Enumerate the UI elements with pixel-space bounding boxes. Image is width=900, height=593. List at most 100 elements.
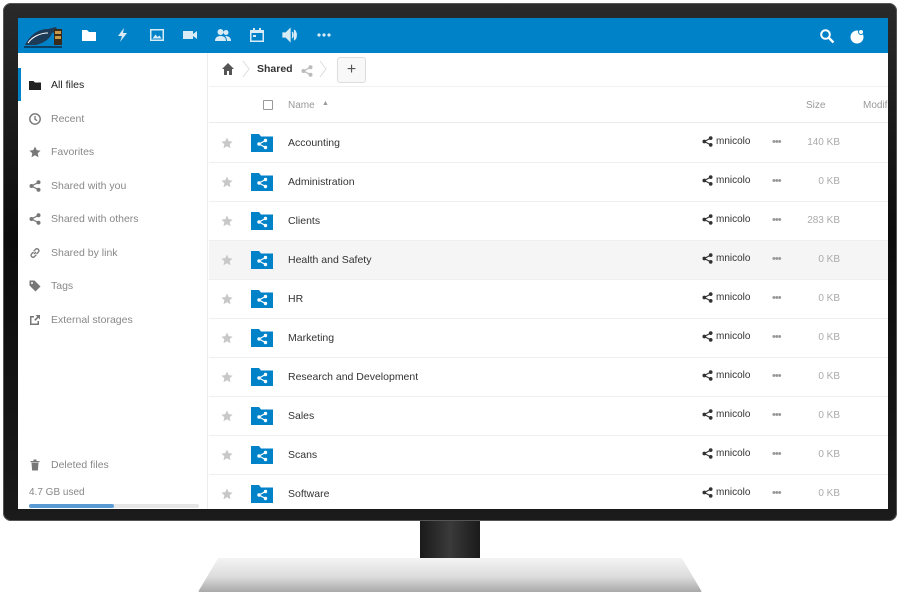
more-actions-icon[interactable]: ••• [772,448,782,460]
sidebar-item-label: Recent [51,112,85,125]
select-all-checkbox[interactable] [263,100,273,110]
owner-name: mnicolo [716,370,751,381]
file-size: 0 KB [818,371,840,382]
breadcrumb-separator [242,60,250,78]
file-name[interactable]: Administration [288,176,355,188]
more-actions-icon[interactable]: ••• [772,409,782,421]
column-modified[interactable]: Modif [863,100,887,111]
shared-folder-icon[interactable] [251,249,273,269]
share-owner[interactable]: mnicolo [702,175,750,186]
calendar-icon[interactable] [248,26,266,44]
favorite-star-icon[interactable] [221,136,233,149]
share-owner[interactable]: mnicolo [702,487,750,498]
sidebar-item-all-files[interactable]: All files [18,68,208,101]
sidebar-item-tags[interactable]: Tags [18,269,208,302]
more-actions-icon[interactable]: ••• [772,331,782,343]
sidebar-item-label: Tags [51,279,74,292]
table-row[interactable]: Software mnicolo ••• 0 KB [209,475,888,509]
table-row[interactable]: Clients mnicolo ••• 283 KB [209,202,888,241]
favorite-star-icon[interactable] [221,487,233,500]
activity-icon[interactable] [114,26,132,44]
breadcrumb: Shared + [209,53,888,87]
more-actions-icon[interactable]: ••• [772,253,782,265]
shared-folder-icon[interactable] [251,444,273,464]
file-name[interactable]: Accounting [288,137,340,149]
column-name[interactable]: Name [288,100,315,111]
user-menu-icon[interactable] [848,27,866,45]
files-icon[interactable] [80,26,98,44]
trash-icon [28,458,42,472]
breadcrumb-current[interactable]: Shared [257,63,293,75]
column-size[interactable]: Size [806,100,825,111]
table-row[interactable]: Accounting mnicolo ••• 140 KB [209,124,888,163]
sidebar-item-deleted-files[interactable]: Deleted files [18,448,208,481]
share-owner[interactable]: mnicolo [702,331,750,342]
file-name[interactable]: Software [288,488,329,500]
logo[interactable] [22,21,66,51]
owner-name: mnicolo [716,409,751,420]
audio-icon[interactable] [281,26,299,44]
table-row[interactable]: Sales mnicolo ••• 0 KB [209,397,888,436]
shared-folder-icon[interactable] [251,483,273,503]
table-row[interactable]: Health and Safety mnicolo ••• 0 KB [209,241,888,280]
favorite-star-icon[interactable] [221,409,233,422]
video-icon[interactable] [181,26,199,44]
favorite-star-icon[interactable] [221,448,233,461]
sidebar-item-shared-by-link[interactable]: Shared by link [18,236,208,269]
file-name[interactable]: Sales [288,410,314,422]
more-actions-icon[interactable]: ••• [772,292,782,304]
shared-folder-icon[interactable] [251,132,273,152]
table-row[interactable]: Research and Development mnicolo ••• 0 KB [209,358,888,397]
sidebar-item-external-storages[interactable]: External storages [18,303,208,336]
shared-folder-icon[interactable] [251,288,273,308]
file-name[interactable]: Marketing [288,332,334,344]
share-owner[interactable]: mnicolo [702,370,750,381]
favorite-star-icon[interactable] [221,370,233,383]
external-icon [28,313,42,327]
more-actions-icon[interactable]: ••• [772,214,782,226]
shared-folder-icon[interactable] [251,366,273,386]
favorite-star-icon[interactable] [221,292,233,305]
new-button[interactable]: + [337,57,366,83]
share-owner[interactable]: mnicolo [702,292,750,303]
favorite-star-icon[interactable] [221,214,233,227]
gallery-icon[interactable] [148,26,166,44]
file-name[interactable]: Clients [288,215,320,227]
shared-folder-icon[interactable] [251,171,273,191]
share-icon [702,487,716,498]
shared-folder-icon[interactable] [251,210,273,230]
share-owner[interactable]: mnicolo [702,136,750,147]
file-size: 0 KB [818,332,840,343]
sidebar-item-recent[interactable]: Recent [18,102,208,135]
file-name[interactable]: Research and Development [288,371,418,383]
sidebar-item-shared-with-others[interactable]: Shared with others [18,202,208,235]
favorite-star-icon[interactable] [221,331,233,344]
favorite-star-icon[interactable] [221,175,233,188]
file-name[interactable]: Scans [288,449,317,461]
share-owner[interactable]: mnicolo [702,214,750,225]
table-row[interactable]: Scans mnicolo ••• 0 KB [209,436,888,475]
owner-name: mnicolo [716,487,751,498]
more-actions-icon[interactable]: ••• [772,487,782,499]
file-name[interactable]: HR [288,293,303,305]
table-row[interactable]: Administration mnicolo ••• 0 KB [209,163,888,202]
share-owner[interactable]: mnicolo [702,253,750,264]
shared-folder-icon[interactable] [251,327,273,347]
sidebar-item-shared-with-you[interactable]: Shared with you [18,169,208,202]
share-icon[interactable] [301,64,313,77]
sidebar-item-favorites[interactable]: Favorites [18,135,208,168]
more-apps-icon[interactable] [315,26,333,44]
table-row[interactable]: Marketing mnicolo ••• 0 KB [209,319,888,358]
favorite-star-icon[interactable] [221,253,233,266]
contacts-icon[interactable] [214,26,232,44]
share-owner[interactable]: mnicolo [702,448,750,459]
more-actions-icon[interactable]: ••• [772,136,782,148]
shared-folder-icon[interactable] [251,405,273,425]
share-owner[interactable]: mnicolo [702,409,750,420]
file-name[interactable]: Health and Safety [288,254,371,266]
search-icon[interactable] [818,27,836,45]
home-icon[interactable] [221,62,235,76]
more-actions-icon[interactable]: ••• [772,175,782,187]
table-row[interactable]: HR mnicolo ••• 0 KB [209,280,888,319]
more-actions-icon[interactable]: ••• [772,370,782,382]
